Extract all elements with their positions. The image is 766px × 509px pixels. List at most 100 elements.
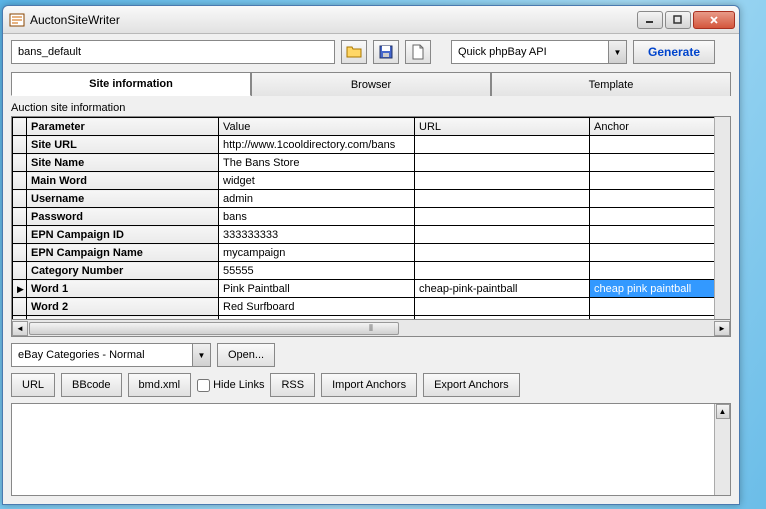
window-title: AuctonSiteWriter <box>30 13 637 27</box>
close-button[interactable] <box>693 11 735 29</box>
col-value[interactable]: Value <box>219 118 415 136</box>
section-title: Auction site information <box>3 96 739 116</box>
tab-site-information[interactable]: Site information <box>11 72 251 96</box>
data-grid[interactable]: Parameter Value URL Anchor Cat. N Site U… <box>11 116 731 320</box>
bmd-button[interactable]: bmd.xml <box>128 373 192 397</box>
maximize-button[interactable] <box>665 11 691 29</box>
hide-links-checkbox[interactable]: Hide Links <box>197 379 264 392</box>
grid-horizontal-scrollbar[interactable]: ◄ ⦀ ► <box>11 320 731 337</box>
table-row[interactable]: ▶Word 1Pink Paintballcheap-pink-paintbal… <box>13 280 732 298</box>
cell-anchor[interactable] <box>590 136 732 154</box>
cell-value[interactable]: bans <box>219 208 415 226</box>
rss-button[interactable]: RSS <box>270 373 315 397</box>
generate-button[interactable]: Generate <box>633 40 715 64</box>
cell-url[interactable] <box>415 262 590 280</box>
tab-browser[interactable]: Browser <box>251 72 491 96</box>
cell-value[interactable]: widget <box>219 172 415 190</box>
table-row[interactable]: EPN Campaign ID333333333 <box>13 226 732 244</box>
save-button[interactable] <box>373 40 399 64</box>
cell-parameter[interactable]: Word 2 <box>27 298 219 316</box>
cell-value[interactable]: mycampaign <box>219 244 415 262</box>
app-window: AuctonSiteWriter Quick phpBay API ▼ Gene… <box>2 5 740 505</box>
cell-anchor[interactable] <box>590 154 732 172</box>
table-row[interactable]: Main Wordwidget <box>13 172 732 190</box>
cell-url[interactable] <box>415 208 590 226</box>
cell-value[interactable]: admin <box>219 190 415 208</box>
grid-vertical-scrollbar[interactable] <box>714 117 730 319</box>
cell-value[interactable]: The Bans Store <box>219 154 415 172</box>
cell-url[interactable]: cheap-pink-paintball <box>415 280 590 298</box>
scroll-left-icon[interactable]: ◄ <box>12 321 28 336</box>
table-row[interactable]: Site NameThe Bans Store <box>13 154 732 172</box>
cell-parameter[interactable]: Password <box>27 208 219 226</box>
cell-anchor[interactable] <box>590 172 732 190</box>
cell-anchor[interactable]: cheap pink paintball <box>590 280 732 298</box>
table-row[interactable]: EPN Campaign Namemycampaign <box>13 244 732 262</box>
cell-anchor[interactable] <box>590 262 732 280</box>
row-indicator <box>13 136 27 154</box>
tabs: Site information Browser Template <box>11 72 731 96</box>
cell-anchor[interactable] <box>590 298 732 316</box>
cell-url[interactable] <box>415 244 590 262</box>
cell-parameter[interactable]: Word 1 <box>27 280 219 298</box>
profile-name-input[interactable] <box>11 40 335 64</box>
category-row: eBay Categories - Normal ▼ Open... <box>3 337 739 373</box>
row-indicator <box>13 262 27 280</box>
cell-parameter[interactable]: Site Name <box>27 154 219 172</box>
cell-anchor[interactable] <box>590 190 732 208</box>
scroll-right-icon[interactable]: ► <box>714 321 730 336</box>
row-indicator <box>13 226 27 244</box>
cell-parameter[interactable]: Main Word <box>27 172 219 190</box>
col-parameter[interactable]: Parameter <box>27 118 219 136</box>
cell-url[interactable] <box>415 136 590 154</box>
cell-value[interactable]: http://www.1cooldirectory.com/bans <box>219 136 415 154</box>
table-row[interactable]: Usernameadmin <box>13 190 732 208</box>
cell-value[interactable]: Pink Paintball <box>219 280 415 298</box>
cell-parameter[interactable]: EPN Campaign ID <box>27 226 219 244</box>
api-select-value: Quick phpBay API <box>458 46 547 58</box>
hide-links-input[interactable] <box>197 379 210 392</box>
table-row[interactable]: Category Number55555 <box>13 262 732 280</box>
cell-url[interactable] <box>415 298 590 316</box>
cell-value[interactable]: Red Surfboard <box>219 298 415 316</box>
col-url[interactable]: URL <box>415 118 590 136</box>
output-vertical-scrollbar[interactable]: ▲ <box>714 404 730 495</box>
scroll-thumb[interactable] <box>29 322 399 335</box>
cell-url[interactable] <box>415 154 590 172</box>
scroll-up-icon[interactable]: ▲ <box>716 404 730 419</box>
cell-value[interactable]: 333333333 <box>219 226 415 244</box>
table-row[interactable]: Word 2Red Surfboard4444 <box>13 298 732 316</box>
import-anchors-button[interactable]: Import Anchors <box>321 373 417 397</box>
row-indicator <box>13 244 27 262</box>
cell-anchor[interactable] <box>590 226 732 244</box>
minimize-button[interactable] <box>637 11 663 29</box>
cell-value[interactable]: 55555 <box>219 262 415 280</box>
new-button[interactable] <box>405 40 431 64</box>
url-button[interactable]: URL <box>11 373 55 397</box>
cell-url[interactable] <box>415 190 590 208</box>
open-category-button[interactable]: Open... <box>217 343 275 367</box>
open-file-button[interactable] <box>341 40 367 64</box>
action-row: URL BBcode bmd.xml Hide Links RSS Import… <box>3 373 739 403</box>
row-indicator <box>13 154 27 172</box>
row-indicator: ▶ <box>13 280 27 298</box>
cell-url[interactable] <box>415 172 590 190</box>
export-anchors-button[interactable]: Export Anchors <box>423 373 520 397</box>
titlebar[interactable]: AuctonSiteWriter <box>3 6 739 34</box>
col-anchor[interactable]: Anchor <box>590 118 732 136</box>
category-combo[interactable]: eBay Categories - Normal ▼ <box>11 343 211 367</box>
cell-parameter[interactable]: EPN Campaign Name <box>27 244 219 262</box>
api-select[interactable]: Quick phpBay API ▼ <box>451 40 627 64</box>
table-row[interactable]: Site URLhttp://www.1cooldirectory.com/ba… <box>13 136 732 154</box>
tab-template[interactable]: Template <box>491 72 731 96</box>
cell-parameter[interactable]: Category Number <box>27 262 219 280</box>
row-indicator <box>13 190 27 208</box>
cell-url[interactable] <box>415 226 590 244</box>
table-row[interactable]: Passwordbans <box>13 208 732 226</box>
cell-anchor[interactable] <box>590 244 732 262</box>
cell-anchor[interactable] <box>590 208 732 226</box>
cell-parameter[interactable]: Username <box>27 190 219 208</box>
bbcode-button[interactable]: BBcode <box>61 373 122 397</box>
output-textarea[interactable]: ▲ <box>11 403 731 496</box>
cell-parameter[interactable]: Site URL <box>27 136 219 154</box>
